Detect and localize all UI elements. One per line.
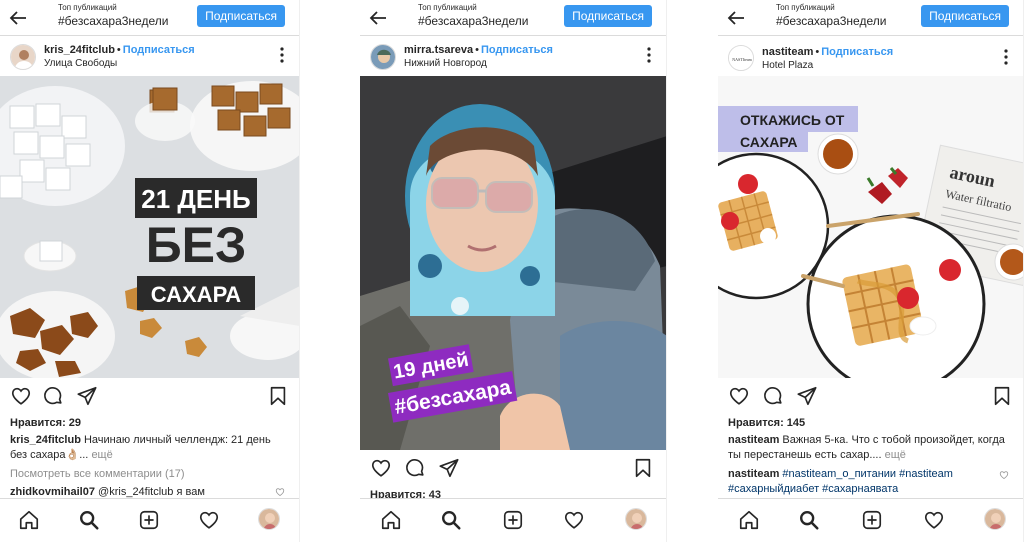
share-icon[interactable] [76,385,98,407]
profile-avatar[interactable] [258,508,280,530]
post-header: mirra.tsareva • Подписаться Нижний Новгоро… [360,36,666,76]
back-arrow-icon[interactable] [6,6,30,30]
overlay-line-2: САХАРА [740,134,798,150]
search-icon[interactable] [798,509,820,531]
likes-count[interactable]: Нравится: 145 [718,416,1023,431]
comment-username[interactable]: zhidkovmihail07 [10,486,95,498]
location[interactable]: Hotel Plaza [762,60,813,71]
selfie-photo-image: 19 дней #безсахара [360,76,666,450]
username[interactable]: mirra.tsareva [404,44,473,56]
back-arrow-icon[interactable] [724,6,748,30]
hashtag-header: Топ публикаций #безсахара3недели [58,3,169,28]
post-header: NASTIteam nastiteam • Подписаться Hotel Pl… [718,36,1023,76]
top-bar: Топ публикаций #безсахара3недели Подписа… [718,0,1023,36]
bookmark-icon[interactable] [267,385,289,407]
bookmark-icon[interactable] [632,457,654,479]
hashtag-header: Топ публикаций #безсахара3недели [418,3,529,28]
avatar-logo-text: NASTIteam [732,57,752,62]
top-bar: Топ публикаций #безсахара3недели Подписа… [360,0,666,36]
post-photo[interactable]: aroun Water filtratio ОТКАЖИСЬ ОТ САХАРА [718,76,1023,378]
comment-icon[interactable] [404,457,426,479]
view-all-comments-link[interactable]: Посмотреть все комментарии (17) [0,463,299,482]
overlay-line-2: БЕЗ [146,217,247,273]
caption-username[interactable]: kris_24fitclub [10,434,81,446]
post-actions [0,378,299,416]
caption: nastiteam Важная 5-ка. Что с тобой произ… [718,431,1023,463]
comment-icon[interactable] [762,385,784,407]
follow-link[interactable]: Подписаться [481,44,553,56]
subscribe-hashtag-button[interactable]: Подписаться [197,5,285,27]
top-bar: Топ публикаций #безсахара3недели Подписа… [0,0,299,36]
search-icon[interactable] [78,509,100,531]
home-icon[interactable] [738,509,760,531]
waffles-photo-image: aroun Water filtratio ОТКАЖИСЬ ОТ САХАРА [718,76,1023,378]
top-posts-label: Топ публикаций [58,3,117,12]
post-actions [360,450,666,488]
comment-icon[interactable] [42,385,64,407]
follow-link[interactable]: Подписаться [123,44,195,56]
hashtag-header: Топ публикаций #безсахара3недели [776,3,887,28]
hashtag-title: #безсахара3недели [418,14,529,28]
subscribe-hashtag-button[interactable]: Подписаться [921,5,1009,27]
activity-heart-icon[interactable] [563,509,585,531]
comment-like-icon[interactable] [999,470,1009,480]
bottom-nav [718,498,1023,542]
share-icon[interactable] [438,457,460,479]
post-header: kris_24fitclub • Подписаться Улица Свободы [0,36,299,76]
more-vertical-icon[interactable] [279,46,285,64]
overlay-line-1: ОТКАЖИСЬ ОТ [740,112,845,128]
bottom-nav [360,498,666,542]
search-icon[interactable] [440,509,462,531]
overlay-line-1: 21 ДЕНЬ [141,184,250,214]
follow-link[interactable]: Подписаться [821,46,893,58]
username[interactable]: kris_24fitclub [44,44,115,56]
location[interactable]: Нижний Новгород [404,58,487,69]
post-screen-3: Топ публикаций #безсахара3недели Подписа… [718,0,1024,542]
post-photo[interactable]: 19 дней #безсахара [360,76,666,450]
hashtags-comment: nastiteam #nastiteam_о_питании #nastitea… [718,463,1023,497]
comment-like-icon[interactable] [275,487,285,497]
avatar[interactable] [370,44,396,70]
activity-heart-icon[interactable] [198,509,220,531]
more-vertical-icon[interactable] [646,46,652,64]
back-arrow-icon[interactable] [366,6,390,30]
caption-more-link[interactable]: ещё [91,449,112,461]
post-photo[interactable]: 21 ДЕНЬ БЕЗ САХАРА [0,76,299,378]
add-icon[interactable] [502,509,524,531]
bookmark-icon[interactable] [991,385,1013,407]
hashtag-title: #безсахара3недели [776,14,887,28]
home-icon[interactable] [18,509,40,531]
bottom-nav [0,498,299,542]
heart-icon[interactable] [10,385,32,407]
tags-username[interactable]: nastiteam [728,468,779,480]
caption-username[interactable]: nastiteam [728,434,779,446]
top-posts-label: Топ публикаций [418,3,477,12]
add-icon[interactable] [138,509,160,531]
more-vertical-icon[interactable] [1003,48,1009,66]
subscribe-hashtag-button[interactable]: Подписаться [564,5,652,27]
sugar-photo-image: 21 ДЕНЬ БЕЗ САХАРА [0,76,299,378]
activity-heart-icon[interactable] [923,509,945,531]
share-icon[interactable] [796,385,818,407]
top-posts-label: Топ публикаций [776,3,835,12]
post-screen-2: Топ публикаций #безсахара3недели Подписа… [360,0,667,542]
likes-count[interactable]: Нравится: 29 [0,416,299,431]
add-icon[interactable] [861,509,883,531]
post-screen-1: Топ публикаций #безсахара3недели Подписа… [0,0,300,542]
caption: kris_24fitclub Начинаю личный челлендж: … [0,431,299,463]
profile-avatar[interactable] [625,508,647,530]
heart-icon[interactable] [728,385,750,407]
caption-more-link[interactable]: ещё [885,449,906,461]
profile-avatar[interactable] [984,508,1006,530]
avatar[interactable]: NASTIteam [728,45,754,71]
comment-text: @kris_24fitclub я вам [98,486,205,498]
username[interactable]: nastiteam [762,46,813,58]
post-actions [718,378,1023,416]
overlay-line-3: САХАРА [151,282,242,307]
location[interactable]: Улица Свободы [44,58,117,69]
avatar[interactable] [10,44,36,70]
hashtag-title: #безсахара3недели [58,14,169,28]
home-icon[interactable] [380,509,402,531]
heart-icon[interactable] [370,457,392,479]
